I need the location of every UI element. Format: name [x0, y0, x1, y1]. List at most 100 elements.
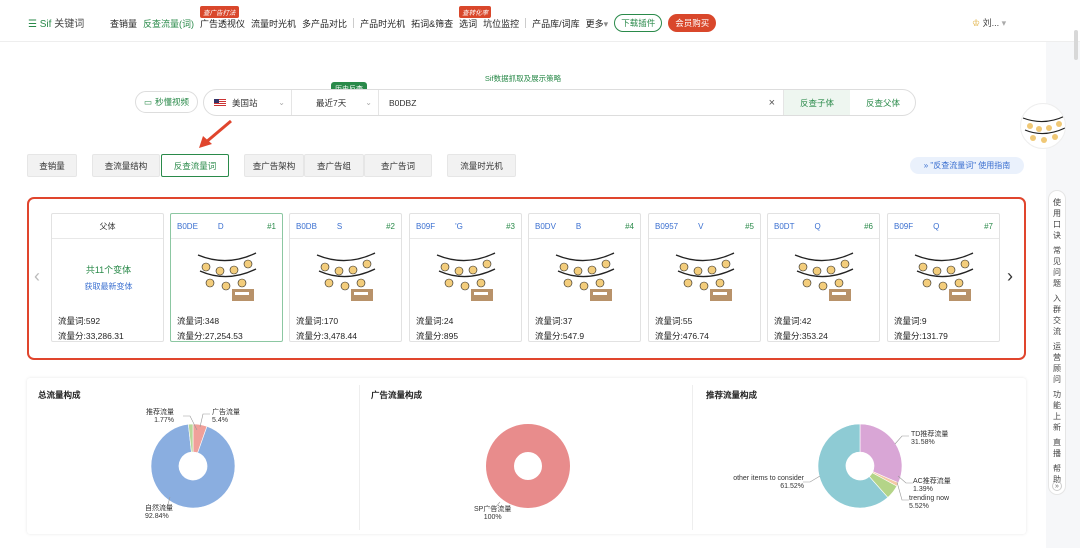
reverse-parent-button[interactable]: 反查父体 — [850, 90, 916, 115]
variant-card[interactable]: B0DE D #1 流量词:348 流量分:27,254.53 — [170, 213, 283, 342]
variant-card-header: B0957 V #5 — [649, 214, 760, 239]
variant-rank: #6 — [864, 221, 873, 231]
nav-item-sales[interactable]: 查销量 — [110, 17, 137, 30]
variant-asin[interactable]: B09F 'G — [416, 222, 463, 231]
legend-ac-value: 1.39% — [913, 486, 933, 493]
video-button-label: 秒懂视频 — [155, 97, 190, 107]
sidebar-item-advisor[interactable]: 运营顾问 — [1053, 341, 1061, 385]
variant-card[interactable]: B0DV B #4 流量词:37 流量分:547.9 — [528, 213, 641, 342]
tab-reverse-keywords[interactable]: 反查流量词 — [161, 154, 229, 177]
tab-traffic-structure[interactable]: 查流量结构 — [92, 154, 160, 177]
variant-rank: #3 — [506, 221, 515, 231]
legend-ac-name: AC推荐流量 — [913, 478, 951, 485]
asin-search-input[interactable]: B0DBZ × — [379, 90, 784, 115]
variant-asin[interactable]: B0DB S — [296, 222, 342, 231]
traffic-score: 流量分:27,254.53 — [177, 331, 243, 341]
variant-asin[interactable]: B0DE D — [177, 222, 224, 231]
keyword-count: 流量词:42 — [774, 316, 812, 326]
product-thumbnail[interactable] — [1020, 103, 1066, 149]
keyword-count: 流量词:348 — [177, 316, 220, 326]
variant-asin[interactable]: B0DT Q — [774, 222, 821, 231]
legend-other-name: other items to consider — [733, 475, 804, 482]
product-image — [196, 245, 258, 303]
variant-asin-prefix: B09F — [416, 221, 436, 231]
tab-traffic-timemachine[interactable]: 流量时光机 — [447, 154, 516, 177]
site-value: 美国站 — [232, 97, 258, 108]
legend-ac: AC推荐流量 1.39% — [913, 478, 951, 494]
range-select[interactable]: 最近7天 ⌄ — [292, 90, 379, 115]
crown-icon: ♔ — [972, 18, 981, 28]
legend-rec-name: 推荐流量 — [146, 409, 174, 416]
traffic-score: 流量分:33,286.31 — [58, 331, 124, 341]
nav-item-select-words[interactable]: 查转化率 选词 — [459, 5, 492, 30]
double-chevron-icon: » — [923, 161, 929, 170]
legend-other-value: 61.52% — [780, 483, 804, 490]
clear-icon[interactable]: × — [769, 97, 775, 109]
sidebar-item-faq[interactable]: 常见问题 — [1053, 245, 1061, 289]
ad-traffic-title: 广告流量构成 — [371, 390, 423, 400]
variant-card[interactable]: B0DB S #2 流量词:170 流量分:3,478.44 — [289, 213, 402, 342]
collapse-icon[interactable]: » — [1052, 481, 1062, 491]
sidebar-item-new[interactable]: 功能上新 — [1053, 389, 1061, 433]
user-name: 刘... — [982, 18, 1000, 28]
nav-item-slot-monitor[interactable]: 坑位监控 — [483, 17, 519, 30]
sidebar-item-group[interactable]: 入群交流 — [1053, 293, 1061, 337]
legend-sp: SP广告流量 100% — [474, 506, 511, 522]
nav-item-more[interactable]: 更多▾ — [586, 17, 609, 30]
nav-item-more-label: 更多 — [585, 18, 604, 29]
tab-ad-structure[interactable]: 查广告架构 — [244, 154, 304, 177]
leader-lines — [803, 435, 913, 501]
page-scrollbar[interactable] — [1074, 30, 1078, 60]
variant-card[interactable]: B0957 V #5 流量词:55 流量分:476.74 — [648, 213, 761, 342]
carousel-next-icon[interactable]: › — [1007, 266, 1013, 287]
tab-ad-group[interactable]: 查广告组 — [304, 154, 364, 177]
variant-asin[interactable]: B09F Q — [894, 222, 939, 231]
site-select[interactable]: 美国站 ⌄ — [204, 90, 292, 115]
tab-sales[interactable]: 查销量 — [27, 154, 77, 177]
variant-asin[interactable]: B0DV B — [535, 222, 581, 231]
nav-item-product-library[interactable]: 产品库/词库 — [532, 17, 580, 30]
sidebar-item-live[interactable]: 直播 — [1053, 437, 1061, 459]
sidebar-item-tips[interactable]: 使用口诀 — [1053, 197, 1061, 241]
user-menu[interactable]: ♔ 刘... ▾ — [972, 16, 1006, 29]
video-button[interactable]: ▭ 秒懂视频 — [135, 91, 198, 113]
variant-card[interactable]: B09F 'G #3 流量词:24 流量分:895 — [409, 213, 522, 342]
donut-slice[interactable] — [486, 424, 570, 508]
nav-item-compare[interactable]: 多产品对比 — [302, 17, 347, 30]
string-lights-image — [1022, 115, 1065, 143]
carousel-prev-icon[interactable]: ‹ — [34, 266, 40, 287]
nav-divider — [353, 18, 355, 28]
variant-asin[interactable]: B0957 V — [655, 222, 704, 231]
legend-ad-value: 5.4% — [212, 417, 228, 424]
keyword-count: 流量词:170 — [296, 316, 339, 326]
vip-purchase-button[interactable]: 会员购买 — [668, 14, 717, 32]
strategy-hint-link[interactable]: Sif数据抓取及展示策略 — [0, 73, 1046, 84]
variant-card[interactable]: B0DT Q #6 流量词:42 流量分:353.24 — [767, 213, 880, 342]
keyword-count: 流量词:37 — [535, 316, 573, 326]
legend-rec: 推荐流量 1.77% — [146, 409, 174, 425]
nav-item-traffic-timemachine[interactable]: 流量时光机 — [251, 17, 296, 30]
reverse-child-button[interactable]: 反查子体 — [784, 90, 850, 115]
keyword-count: 流量词:9 — [894, 316, 927, 326]
nav-item-keyword-expand[interactable]: 拓词&筛查 — [411, 17, 453, 30]
usage-guide-link[interactable]: » "反查流量词" 使用指南 — [910, 157, 1024, 174]
parent-card[interactable]: 父体 共11个变体 获取最新变体 流量词:592 流量分:33,286.31 — [51, 213, 164, 342]
nav-item-ad-insight-label: 广告透视仪 — [200, 18, 246, 29]
legend-ad: 广告流量 5.4% — [212, 409, 240, 425]
nav-item-reverse-traffic[interactable]: 反查流量(词) — [143, 17, 194, 30]
tab-ad-keywords[interactable]: 查广告词 — [364, 154, 432, 177]
nav-item-product-timemachine[interactable]: 产品时光机 — [360, 17, 405, 30]
variant-card-header: B0DV B #4 — [529, 214, 640, 239]
keyword-count: 流量词:24 — [416, 316, 454, 326]
variant-asin-suffix: Q — [814, 221, 821, 231]
product-image — [913, 245, 975, 303]
nav-item-select-words-label: 选词 — [459, 18, 478, 29]
variant-asin-prefix: B0DE — [177, 221, 198, 231]
brand-logo[interactable]: ☰ Sif 关键词 — [28, 15, 84, 30]
traffic-score: 流量分:3,478.44 — [296, 331, 357, 341]
nav-divider — [525, 18, 527, 28]
nav-item-ad-insight[interactable]: 查广告打法 广告透视仪 — [200, 5, 246, 30]
download-plugin-button[interactable]: 下载插件 — [614, 14, 663, 32]
variant-card[interactable]: B09F Q #7 流量词:9 流量分:131.79 — [887, 213, 1000, 342]
refresh-variants-link[interactable]: 获取最新变体 — [52, 281, 165, 292]
